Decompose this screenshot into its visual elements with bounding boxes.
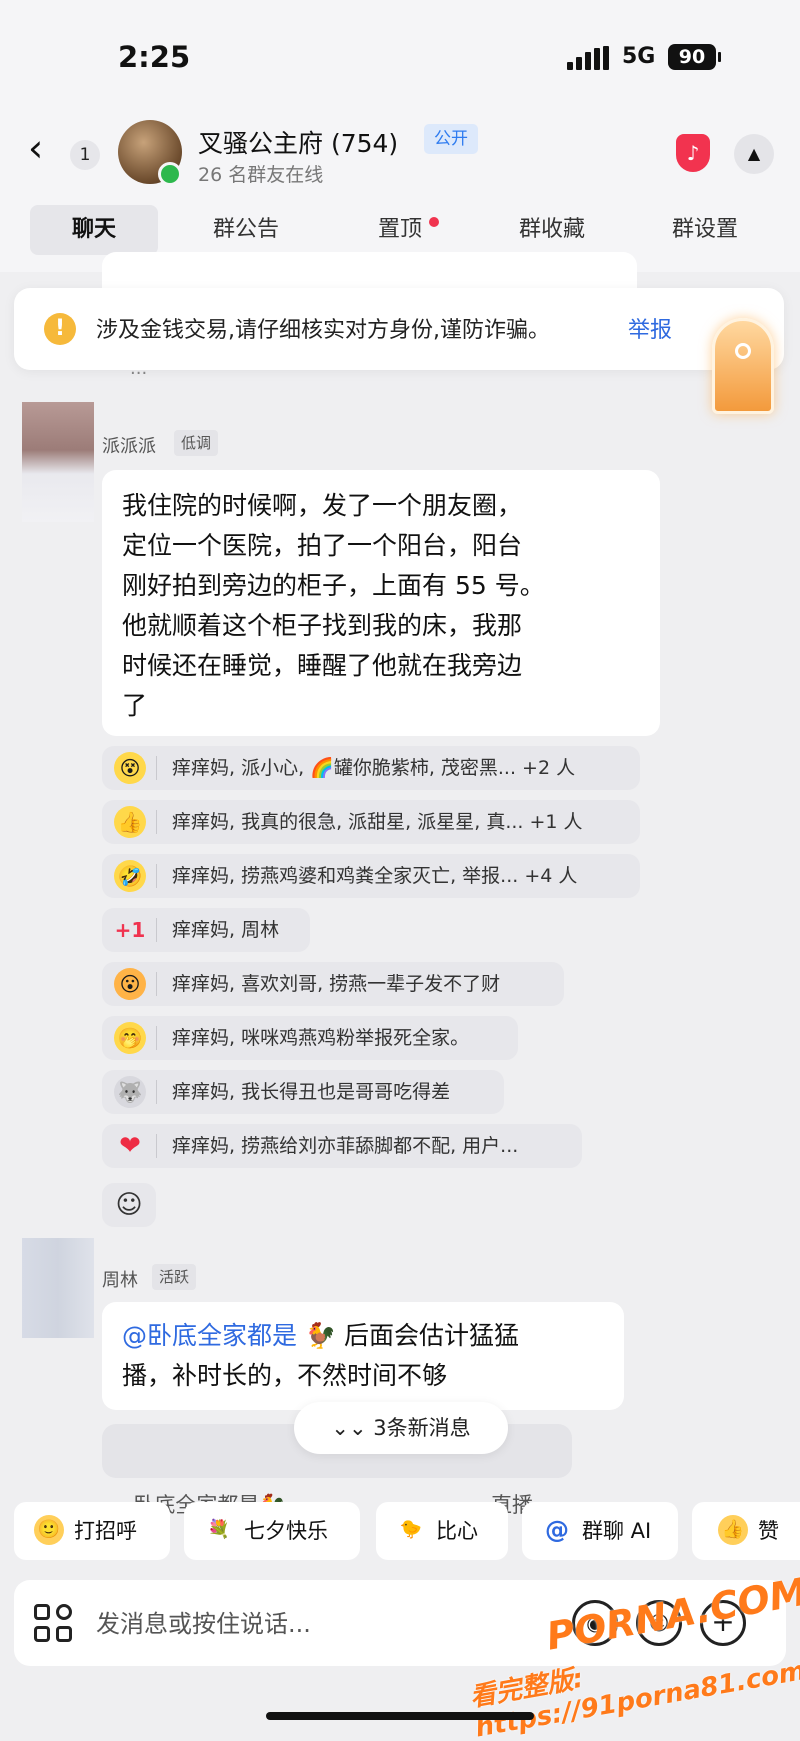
collapse-up-icon[interactable]: ▲ [734,134,774,174]
reaction-row[interactable]: 😮 痒痒妈, 喜欢刘哥, 捞燕一辈子发不了财 [102,962,564,1006]
sender-badge: 低调 [174,430,219,456]
message-bubble[interactable]: 我住院的时候啊，发了一个朋友圈， 定位一个医院，拍了一个阳台，阳台 刚好拍到旁边… [102,470,660,736]
shh-face-icon: 🤭 [114,1022,146,1054]
online-dot-icon [158,162,182,186]
status-time: 2:25 [118,40,191,74]
thumbs-up-icon: 👍 [718,1515,748,1545]
sender-name[interactable]: 派派派 [102,432,156,458]
unread-count-badge[interactable]: 1 [70,140,100,170]
plus-one-icon: +1 [114,918,146,942]
tab-announcement[interactable]: 群公告 [186,205,306,255]
report-link[interactable]: 举报 [628,312,672,344]
thumbs-up-icon: 👍 [114,806,146,838]
reaction-row[interactable]: 👍 痒痒妈, 我真的很急, 派甜星, 派星星, 真... +1 人 [102,800,640,844]
apps-grid-icon[interactable] [34,1604,74,1644]
qixi-label: 七夕快乐 [244,1519,328,1543]
new-messages-label: 3条新消息 [373,1416,471,1440]
signal-icon [567,46,609,70]
reaction-row[interactable]: 😵 痒痒妈, 派小心, 🌈罐你脆紫柿, 茂密黑... +2 人 [102,746,640,790]
message-bubble[interactable]: @卧底全家都是 🐓 后面会估计猛猛 播，补时长的，不然时间不够 [102,1302,624,1410]
reaction-users: 痒痒妈, 捞燕给刘亦菲舔脚都不配, 用户... [172,1135,519,1157]
reaction-users: 痒痒妈, 派小心, 🌈罐你脆紫柿, 茂密黑... +2 人 [172,757,576,779]
fraud-warning-banner: ! 涉及金钱交易,请仔细核实对方身份,谨防诈骗。 举报 [14,288,784,370]
new-messages-pill[interactable]: ⌄⌄ 3条新消息 [294,1402,508,1454]
sender-avatar[interactable] [22,402,94,522]
reaction-users: 痒痒妈, 咪咪鸡燕鸡粉举报死全家。 [172,1027,470,1049]
double-chevron-down-icon: ⌄⌄ [331,1416,374,1440]
pinned-dot-icon [429,217,439,227]
greet-button[interactable]: 🙂 打招呼 [14,1502,170,1560]
heart-icon: ❤ [119,1131,141,1161]
group-ai-label: 群聊 AI [582,1519,652,1543]
reaction-row[interactable]: +1 痒痒妈, 周林 [102,908,310,952]
tab-bar: 聊天 群公告 置顶 群收藏 群设置 [0,205,800,257]
back-chevron-icon[interactable]: ‹ [28,129,64,170]
quick-action-bar: 🙂 打招呼 💐 七夕快乐 🐤 比心 @ 群聊 AI 👍 赞 [0,1502,800,1562]
dog-face-icon: 🐺 [114,1076,146,1108]
message-input[interactable]: 发消息或按住说话... [96,1604,311,1639]
greet-icon: 🙂 [34,1515,64,1545]
network-type: 5G [622,44,656,69]
tab-chat[interactable]: 聊天 [30,205,158,255]
battery-icon: 90 [668,44,721,70]
chick-icon: 🐤 [399,1519,423,1540]
sender-name[interactable]: 周林 [102,1266,138,1292]
reaction-users: 痒痒妈, 我真的很急, 派甜星, 派星星, 真... +1 人 [172,811,583,833]
sender-avatar[interactable] [22,1238,94,1338]
sender-badge: 活跃 [152,1264,197,1290]
message-text: 后面会估计猛猛 [336,1321,520,1350]
tab-pinned[interactable]: 置顶 [340,205,460,255]
reaction-row[interactable]: 🤣 痒痒妈, 捞燕鸡婆和鸡粪全家灭亡, 举报... +4 人 [102,854,640,898]
home-indicator [266,1712,534,1720]
chat-header: ‹ 1 叉骚公主府 (754) 公开 26 名群友在线 ♪ ▲ [0,110,800,190]
tab-settings[interactable]: 群设置 [645,205,765,255]
reaction-row[interactable]: 🤭 痒痒妈, 咪咪鸡燕鸡粉举报死全家。 [102,1016,518,1060]
add-reaction-icon[interactable]: ☺ [102,1183,156,1227]
shocked-face-icon: 😮 [114,968,146,1000]
like-label: 赞 [758,1519,779,1543]
heart-gesture-label: 比心 [436,1519,478,1543]
rooster-icon: 🐓 [297,1321,337,1350]
reaction-row[interactable]: ❤ 痒痒妈, 捞燕给刘亦菲舔脚都不配, 用户... [102,1124,582,1168]
reaction-users: 痒痒妈, 喜欢刘哥, 捞燕一辈子发不了财 [172,973,501,995]
reaction-users: 痒痒妈, 我长得丑也是哥哥吃得差 [172,1081,451,1103]
group-ai-button[interactable]: @ 群聊 AI [522,1502,678,1560]
qixi-button[interactable]: 💐 七夕快乐 [184,1502,360,1560]
greet-label: 打招呼 [74,1519,137,1543]
tab-favorites[interactable]: 群收藏 [492,205,612,255]
like-button[interactable]: 👍 赞 [692,1502,800,1560]
laughing-face-icon: 🤣 [114,860,146,892]
message-text: 播，补时长的，不然时间不够 [122,1361,448,1390]
warning-icon: ! [44,313,76,345]
status-bar: 2:25 5G 90 [0,30,800,86]
bouquet-icon: 💐 [207,1519,231,1540]
warning-text: 涉及金钱交易,请仔细核实对方身份,谨防诈骗。 [96,318,550,343]
heart-gesture-button[interactable]: 🐤 比心 [376,1502,508,1560]
door-widget-icon[interactable] [712,318,774,414]
mention-link[interactable]: @卧底全家都是 [122,1321,297,1350]
dizzy-face-icon: 😵 [114,752,146,784]
tiktok-icon[interactable]: ♪ [676,134,710,172]
reaction-users: 痒痒妈, 周林 [172,919,280,941]
reaction-row[interactable]: 🐺 痒痒妈, 我长得丑也是哥哥吃得差 [102,1070,504,1114]
reaction-users: 痒痒妈, 捞燕鸡婆和鸡粪全家灭亡, 举报... +4 人 [172,865,578,887]
at-icon: @ [545,1516,569,1544]
public-badge: 公开 [424,124,478,154]
online-count: 26 名群友在线 [198,164,324,186]
group-title[interactable]: 叉骚公主府 (754) [198,124,398,160]
